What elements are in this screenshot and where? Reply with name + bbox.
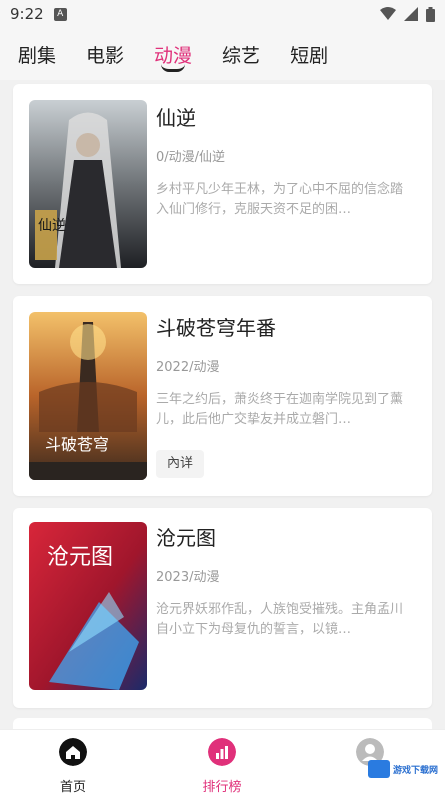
- category-tabs: 剧集 电影 动漫 综艺 短剧: [0, 28, 445, 80]
- status-bar: 9:22 A: [0, 0, 445, 28]
- tab-anime[interactable]: 动漫: [154, 28, 192, 80]
- content-card[interactable]: 沧元图 沧元图 2023/动漫 沧元界妖邪作乱，人族饱受摧残。主角孟川自小立下为…: [13, 508, 432, 708]
- battery-icon: [426, 6, 435, 22]
- card-description-text: 乡村平凡少年王林，为了心中不屈的信念踏入仙门修行，克服天资不足的困…: [156, 182, 404, 217]
- card-meta: 2023/动漫: [156, 570, 220, 585]
- nav-ranking[interactable]: 排行榜: [182, 738, 262, 794]
- status-indicators: [380, 6, 435, 22]
- nav-home-label: 首页: [59, 780, 86, 794]
- watermark-icon: [368, 760, 390, 778]
- wifi-icon: [380, 7, 396, 20]
- tab-movies[interactable]: 电影: [86, 28, 124, 80]
- poster-image: 沧元图: [29, 522, 147, 690]
- poster-art: 仙逆: [29, 100, 147, 268]
- poster-art: 斗破苍穹: [29, 312, 147, 480]
- watermark-text: 游戏下载网: [393, 765, 439, 776]
- card-description: 三年之约后，萧炎终于在迦南学院见到了薰儿，此后他广交挚友并成立磐门…: [156, 390, 411, 430]
- poster-image: 仙逆: [29, 100, 147, 268]
- card-description-text: 沧元界妖邪作乱，人族饱受摧残。主角孟川自小立下为母复仇的誓言，以镜…: [156, 602, 404, 637]
- svg-text:仙逆: 仙逆: [38, 218, 66, 234]
- content-card[interactable]: 斗破苍穹 斗破苍穹年番 2022/动漫 三年之约后，萧炎终于在迦南学院见到了薰儿…: [13, 296, 432, 496]
- ranking-icon: [208, 738, 236, 766]
- status-time: 9:22: [10, 5, 44, 23]
- card-meta: 0/动漫/仙逆: [156, 150, 226, 165]
- tab-movies-label: 电影: [86, 44, 125, 67]
- tab-variety-label: 综艺: [222, 44, 261, 67]
- poster-art: 沧元图: [29, 522, 147, 690]
- card-description: 沧元界妖邪作乱，人族饱受摧残。主角孟川自小立下为母复仇的誓言，以镜…: [156, 600, 411, 640]
- tab-variety[interactable]: 综艺: [222, 28, 260, 80]
- poster-image: 斗破苍穹: [29, 312, 147, 480]
- svg-text:斗破苍穹: 斗破苍穹: [45, 435, 109, 454]
- card-title[interactable]: 仙逆: [156, 102, 196, 131]
- tab-short-drama[interactable]: 短剧: [290, 28, 328, 80]
- active-tab-indicator: [161, 64, 186, 72]
- card-description-text: 三年之约后，萧炎终于在迦南学院见到了薰儿，此后他广交挚友并成立磐门…: [156, 392, 404, 427]
- signal-icon: [404, 7, 418, 21]
- card-title[interactable]: 斗破苍穹年番: [156, 312, 276, 341]
- svg-text:沧元图: 沧元图: [47, 545, 113, 570]
- card-title[interactable]: 沧元图: [156, 522, 216, 551]
- card-description: 乡村平凡少年王林，为了心中不屈的信念踏入仙门修行，克服天资不足的困…: [156, 180, 411, 220]
- content-card[interactable]: 仙逆 仙逆 0/动漫/仙逆 乡村平凡少年王林，为了心中不屈的信念踏入仙门修行，克…: [13, 84, 432, 284]
- detail-button[interactable]: 內详: [156, 450, 204, 478]
- nav-ranking-label: 排行榜: [202, 780, 242, 794]
- tab-series-label: 剧集: [18, 44, 57, 67]
- card-meta: 2022/动漫: [156, 360, 220, 375]
- watermark-logo: 游戏下载网: [368, 757, 440, 781]
- notification-icon: A: [53, 7, 67, 21]
- home-icon: [59, 738, 87, 766]
- tab-series[interactable]: 剧集: [18, 28, 56, 80]
- tab-short-drama-label: 短剧: [290, 44, 329, 67]
- nav-home[interactable]: 首页: [33, 738, 113, 794]
